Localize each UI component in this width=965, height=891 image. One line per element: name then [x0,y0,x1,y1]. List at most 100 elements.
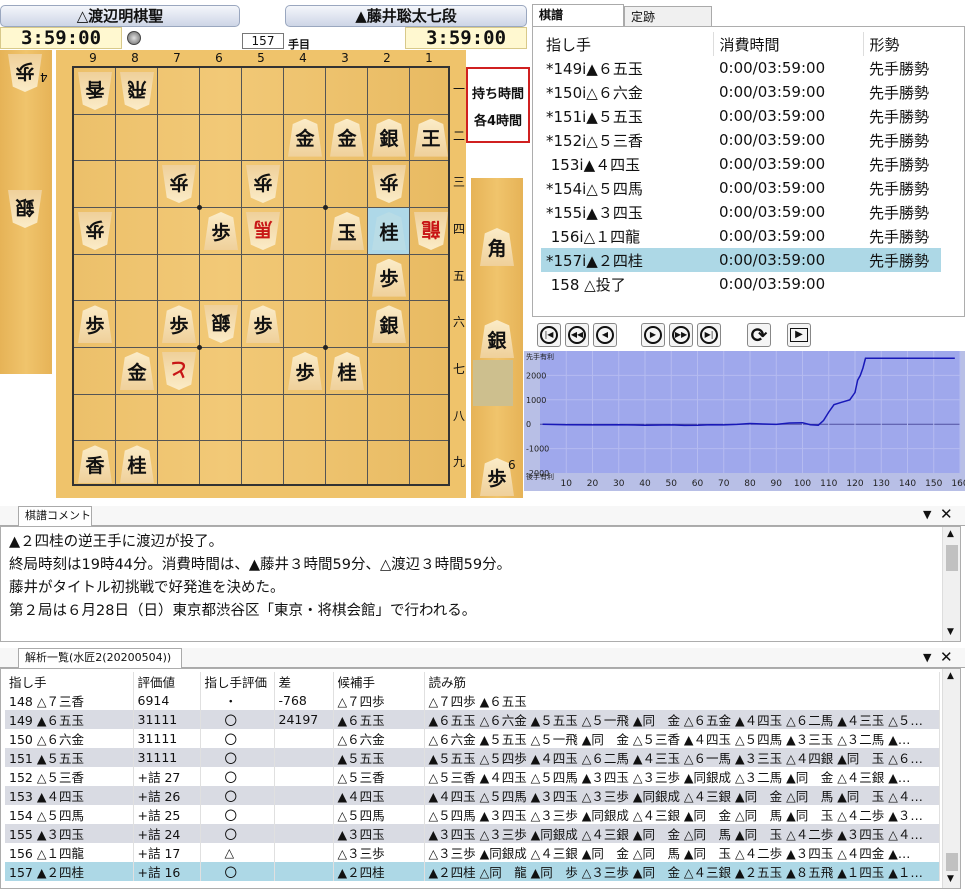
analysis-row[interactable]: 148 △７三香 6914 ・ -768 △７四歩 △７四歩 ▲６五玉 [5,691,940,710]
kifu-cell-eval: 先手勝勢 [869,83,930,102]
kifu-cell-time: 0:00/03:59:00 [719,179,826,197]
move-number-box[interactable]: 157 [242,33,284,49]
board-rank-label: 七 [452,362,465,377]
analysis-header-diff[interactable]: 差 [274,672,334,691]
shogi-piece[interactable]: 歩 [246,165,280,203]
shogi-piece[interactable]: 歩 [162,165,196,203]
kifu-row[interactable]: 153i▲４四玉 0:00/03:59:00 先手勝勢 [541,152,941,176]
kifu-header-time[interactable]: 消費時間 [713,32,864,56]
kifu-header-move[interactable]: 指し手 [541,32,714,56]
scroll-up-icon[interactable]: ▲ [947,529,954,539]
last-move-button[interactable]: ▶| [697,323,721,347]
tab-joseki[interactable]: 定跡 [624,6,712,28]
analysis-cell-mark: 〇 [200,729,275,748]
close-icon[interactable]: ✕ [940,505,953,523]
shogi-piece[interactable]: 龍 [414,212,448,250]
kifu-row[interactable]: *152i△５三香 0:00/03:59:00 先手勝勢 [541,128,941,152]
tab-analysis[interactable]: 解析一覧(水匠2(20200504)) [18,648,182,668]
shogi-piece[interactable]: 飛 [120,72,154,110]
shogi-piece[interactable]: 歩 [372,258,406,297]
analysis-header-mark[interactable]: 指し手評価 [200,672,275,691]
comment-box[interactable]: ▲２四桂の逆王手に渡辺が投了。 終局時刻は19時44分。消費時間は、▲藤井３時間5… [0,526,961,642]
kifu-cell-move: *157i▲２四桂 [541,248,713,272]
shogi-piece[interactable]: 歩 [204,212,238,250]
shogi-piece[interactable]: 桂 [120,445,154,484]
analysis-cell-mark: 〇 [200,748,275,767]
first-move-button[interactable]: |◀ [537,323,561,347]
scroll-down-icon[interactable]: ▼ [947,627,954,637]
kifu-row[interactable]: *150i△６六金 0:00/03:59:00 先手勝勢 [541,80,941,104]
back-ten-button[interactable]: ◀◀ [565,323,589,347]
shogi-piece[interactable]: 金 [288,118,322,157]
next-move-button[interactable]: ▶ [641,323,665,347]
board-grid[interactable]: 香飛金金銀王歩歩歩歩歩馬玉桂龍歩歩歩銀歩銀金と歩桂香桂 [72,66,450,486]
analysis-cell-mark: 〇 [200,710,275,729]
shogi-piece[interactable]: 金 [330,118,364,157]
analysis-row[interactable]: 154 △５四馬 +詰 25 〇 △５四馬 △５四馬 ▲３四玉 △３三歩 ▲同銀成 △４… [5,805,940,824]
analysis-scroll-up-icon[interactable]: ▲ [947,671,954,681]
shogi-piece[interactable]: 歩 [78,212,112,250]
shogi-piece[interactable]: 王 [414,118,448,157]
kifu-row[interactable]: *155i▲３四玉 0:00/03:59:00 先手勝勢 [541,200,941,224]
analysis-dropdown-icon[interactable]: ▼ [923,651,931,664]
kifu-row[interactable]: *149i▲６五玉 0:00/03:59:00 先手勝勢 [541,56,941,80]
analysis-header-move[interactable]: 指し手 [5,672,134,691]
analysis-row[interactable]: 151 ▲５五玉 31111 〇 ▲５五玉 ▲５五玉 △５四歩 ▲４四玉 △６二馬 ▲４… [5,748,940,767]
shogi-piece[interactable]: 香 [78,445,112,484]
flip-board-button[interactable]: ⟳ [747,323,771,347]
analysis-cell-pv: ▲２四桂 △同 龍 ▲同 歩 △３三歩 ▲同 金 △４三銀 ▲２五玉 ▲８五飛 … [424,862,940,881]
sente-hand-piece[interactable]: 銀 [480,320,514,358]
shogi-piece[interactable]: 歩 [78,305,112,344]
shogi-piece[interactable]: 桂 [372,212,406,250]
play-button[interactable]: ▶ [787,323,811,347]
analysis-row[interactable]: 153 ▲４四玉 +詰 26 〇 ▲４四玉 ▲４四玉 △５四馬 ▲３四玉 △３三歩 ▲同… [5,786,940,805]
gote-hand-piece[interactable]: 歩 [8,54,42,92]
kifu-row[interactable]: *154i△５四馬 0:00/03:59:00 先手勝勢 [541,176,941,200]
analysis-scroll-thumb[interactable] [946,853,958,871]
analysis-row[interactable]: 156 △１四龍 +詰 17 △ △３三歩 △３三歩 ▲同銀成 △４三銀 ▲同 金 △同… [5,843,940,862]
shogi-piece[interactable]: 香 [78,72,112,110]
kifu-row[interactable]: *151i▲５五玉 0:00/03:59:00 先手勝勢 [541,104,941,128]
kifu-row[interactable]: *157i▲２四桂 0:00/03:59:00 先手勝勢 [541,248,941,272]
shogi-piece[interactable]: 銀 [372,118,406,157]
shogi-piece[interactable]: と [162,352,196,390]
shogi-piece[interactable]: 歩 [288,352,322,391]
shogi-piece[interactable]: 歩 [162,305,196,344]
forward-ten-button[interactable]: ▶▶ [669,323,693,347]
analysis-row[interactable]: 157 ▲２四桂 +詰 16 〇 ▲２四桂 ▲２四桂 △同 龍 ▲同 歩 △３三歩 ▲同… [5,862,940,881]
analysis-close-icon[interactable]: ✕ [940,648,953,666]
shogi-piece[interactable]: 銀 [204,305,238,343]
kifu-row[interactable]: 156i△１四龍 0:00/03:59:00 先手勝勢 [541,224,941,248]
shogi-piece[interactable]: 銀 [372,305,406,344]
dropdown-icon[interactable]: ▼ [923,508,931,521]
shogi-piece[interactable]: 桂 [330,352,364,391]
prev-move-button[interactable]: ◀ [593,323,617,347]
comment-scroll-thumb[interactable] [946,545,958,571]
shogi-piece[interactable]: 金 [120,352,154,391]
analysis-row[interactable]: 149 ▲６五玉 31111 〇 24197 ▲６五玉 ▲６五玉 △６六金 ▲５五玉 △５… [5,710,940,729]
shogi-piece[interactable]: 歩 [372,165,406,203]
analysis-row[interactable]: 150 △６六金 31111 〇 △６六金 △６六金 ▲５五玉 △５一飛 ▲同 金 △５… [5,729,940,748]
analysis-header-pv[interactable]: 読み筋 [424,672,940,691]
analysis-row[interactable]: 152 △５三香 +詰 27 〇 △５三香 △５三香 ▲４四玉 △５四馬 ▲３四玉 △３… [5,767,940,786]
shogi-piece[interactable]: 玉 [330,212,364,250]
gote-hand-piece[interactable]: 銀 [8,190,42,228]
kifu-cell-time: 0:00/03:59:00 [719,131,826,149]
analysis-row[interactable]: 155 ▲３四玉 +詰 24 〇 ▲３四玉 ▲３四玉 △３三歩 ▲同銀成 △４三銀 ▲同… [5,824,940,843]
kifu-row[interactable]: 158 △投了 0:00/03:59:00 [541,272,941,296]
analysis-scroll-down-icon[interactable]: ▼ [947,874,954,884]
evaluation-graph[interactable]: 10 20 30 40 50 60 70 80 90 100 110 120 130 140 150 160 2… [524,351,965,491]
kifu-header-eval[interactable]: 形勢 [863,32,941,56]
sente-hand-piece[interactable]: 角 [480,228,514,266]
tab-comment[interactable]: 棋譜コメント [18,506,92,526]
analysis-scrollbar[interactable]: ▲ ▼ [942,669,960,888]
shogi-piece[interactable]: 歩 [246,305,280,344]
tab-kifu[interactable]: 棋譜 [532,4,624,26]
graph-bottom-label: 後手有利 [526,472,554,481]
analysis-header-candidate[interactable]: 候補手 [333,672,425,691]
comment-scrollbar[interactable]: ▲ ▼ [942,527,960,641]
board-star-point [323,205,328,210]
shogi-piece[interactable]: 馬 [246,212,280,250]
board-rank-line [74,393,448,395]
analysis-header-score[interactable]: 評価値 [133,672,201,691]
